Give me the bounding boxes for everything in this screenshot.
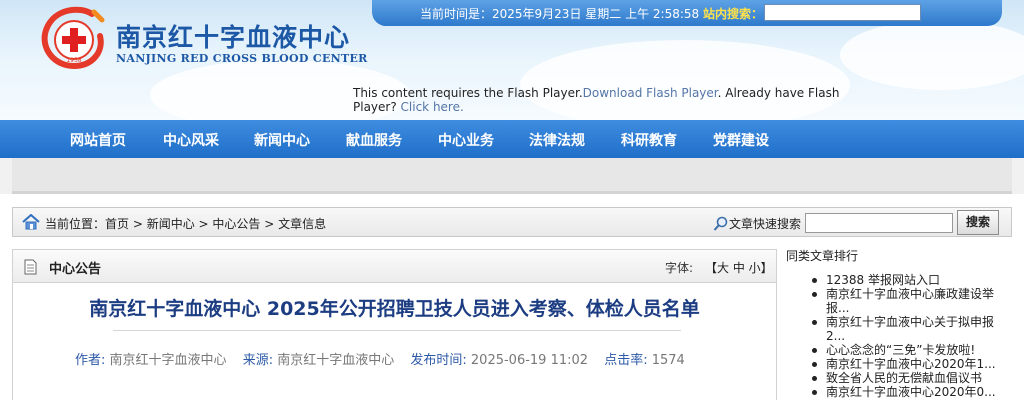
list-item[interactable]: 南京红十字血液中心2020年1... <box>810 357 1006 371</box>
nav-item-home[interactable]: 网站首页 <box>70 130 126 150</box>
breadcrumb-home[interactable]: 首页 <box>105 217 129 231</box>
top-info-bar: 当前时间是：2025年9月23日 星期二 上午 2:58:58 站内搜索： <box>372 0 1002 26</box>
nav-item-center-style[interactable]: 中心风采 <box>163 130 219 150</box>
main-nav: 网站首页 中心风采 新闻中心 献血服务 中心业务 法律法规 科研教育 党群建设 <box>0 120 1024 158</box>
flash-message: This content requires the Flash Player. <box>353 86 583 100</box>
list-item[interactable]: 致全省人民的无偿献血倡议书 <box>810 371 1006 385</box>
list-item[interactable]: 南京红十字血液中心2020年0... <box>810 385 1006 399</box>
breadcrumb-separator: > <box>194 217 213 231</box>
svg-text:1958: 1958 <box>66 57 81 64</box>
home-icon <box>22 214 40 230</box>
list-item[interactable]: 南京红十字血液中心关于拟申报2... <box>810 315 1006 343</box>
breadcrumb-news[interactable]: 新闻中心 <box>147 217 195 231</box>
flash-click-here-link[interactable]: Click here. <box>397 100 464 114</box>
font-size-options[interactable]: 【大 中 小】 <box>705 259 773 276</box>
breadcrumb-announcements[interactable]: 中心公告 <box>212 217 260 231</box>
hits-value: 1574 <box>651 353 685 368</box>
title-divider <box>113 330 681 331</box>
quick-search-label: 文章快速搜索 <box>729 217 802 231</box>
date-label: 发布时间: <box>410 353 467 368</box>
breadcrumb-separator: > <box>129 217 147 231</box>
list-item[interactable]: 南京红十字血液中心廉政建设举报... <box>810 287 1006 315</box>
source-value: 南京红十字血液中心 <box>277 353 395 368</box>
site-logo[interactable]: 1958 南京红十字血液中心 NANJING RED CROSS BLOOD C… <box>40 6 370 72</box>
date-value: 2025-06-19 11:02 <box>470 353 589 368</box>
search-icon <box>713 216 728 231</box>
breadcrumb: 首页 > 新闻中心 > 中心公告 > 文章信息 <box>105 215 326 232</box>
breadcrumb-separator: > <box>260 217 279 231</box>
font-size-label: 字体: <box>665 261 694 275</box>
nav-item-donation[interactable]: 献血服务 <box>346 130 402 150</box>
nav-item-business[interactable]: 中心业务 <box>438 130 494 150</box>
sidebar-title: 同类文章排行 <box>786 249 859 263</box>
breadcrumb-label: 当前位置： <box>45 217 106 231</box>
list-item[interactable]: 心心念念的“三免”卡发放啦! <box>810 343 1006 357</box>
nav-item-laws[interactable]: 法律法规 <box>529 130 585 150</box>
breadcrumb-article-info: 文章信息 <box>278 217 327 231</box>
document-icon <box>24 259 37 275</box>
site-search-input[interactable] <box>764 4 921 21</box>
cloud-decoration <box>840 20 1024 90</box>
hits-label: 点击率: <box>604 353 648 368</box>
section-title: 中心公告 <box>49 262 102 277</box>
site-header: 1958 南京红十字血液中心 NANJING RED CROSS BLOOD C… <box>0 0 1024 120</box>
list-item[interactable]: 12388 举报网站入口 <box>810 273 1006 287</box>
nav-item-research[interactable]: 科研教育 <box>621 130 677 150</box>
author-label: 作者: <box>75 353 106 368</box>
search-button[interactable]: 搜索 <box>957 210 999 235</box>
breadcrumb-bar: 当前位置： 首页 > 新闻中心 > 中心公告 > 文章信息 文章快速搜索 搜索 <box>12 207 1012 237</box>
source-label: 来源: <box>242 353 274 368</box>
related-articles-list: 12388 举报网站入口 南京红十字血液中心廉政建设举报... 南京红十字血液中… <box>810 273 1006 399</box>
red-cross-logo-icon: 1958 <box>41 6 105 70</box>
nav-item-news[interactable]: 新闻中心 <box>254 130 310 150</box>
quick-search-input[interactable] <box>805 213 953 233</box>
article-meta: 作者: 南京红十字血液中心 来源: 南京红十字血液中心 发布时间: 2025-0… <box>75 349 697 368</box>
article-title: 南京红十字血液中心 2025年公开招聘卫技人员进入考察、体检人员名单 <box>89 298 700 320</box>
banner-strip <box>12 158 1012 194</box>
nav-item-party[interactable]: 党群建设 <box>713 130 769 150</box>
current-time: 当前时间是：2025年9月23日 星期二 上午 2:58:58 <box>420 7 700 21</box>
article-panel: 中心公告 字体: 【大 中 小】 南京红十字血液中心 2025年公开招聘卫技人员… <box>12 249 777 400</box>
logo-english-name: NANJING RED CROSS BLOOD CENTER <box>116 52 368 65</box>
download-flash-link[interactable]: Download Flash Player <box>583 86 718 100</box>
article-panel-header: 中心公告 字体: 【大 中 小】 <box>13 250 776 283</box>
logo-chinese-name: 南京红十字血液中心 <box>116 23 351 52</box>
flash-notice: This content requires the Flash Player.D… <box>353 86 873 114</box>
author-value: 南京红十字血液中心 <box>109 353 227 368</box>
site-search-label: 站内搜索： <box>703 7 764 21</box>
